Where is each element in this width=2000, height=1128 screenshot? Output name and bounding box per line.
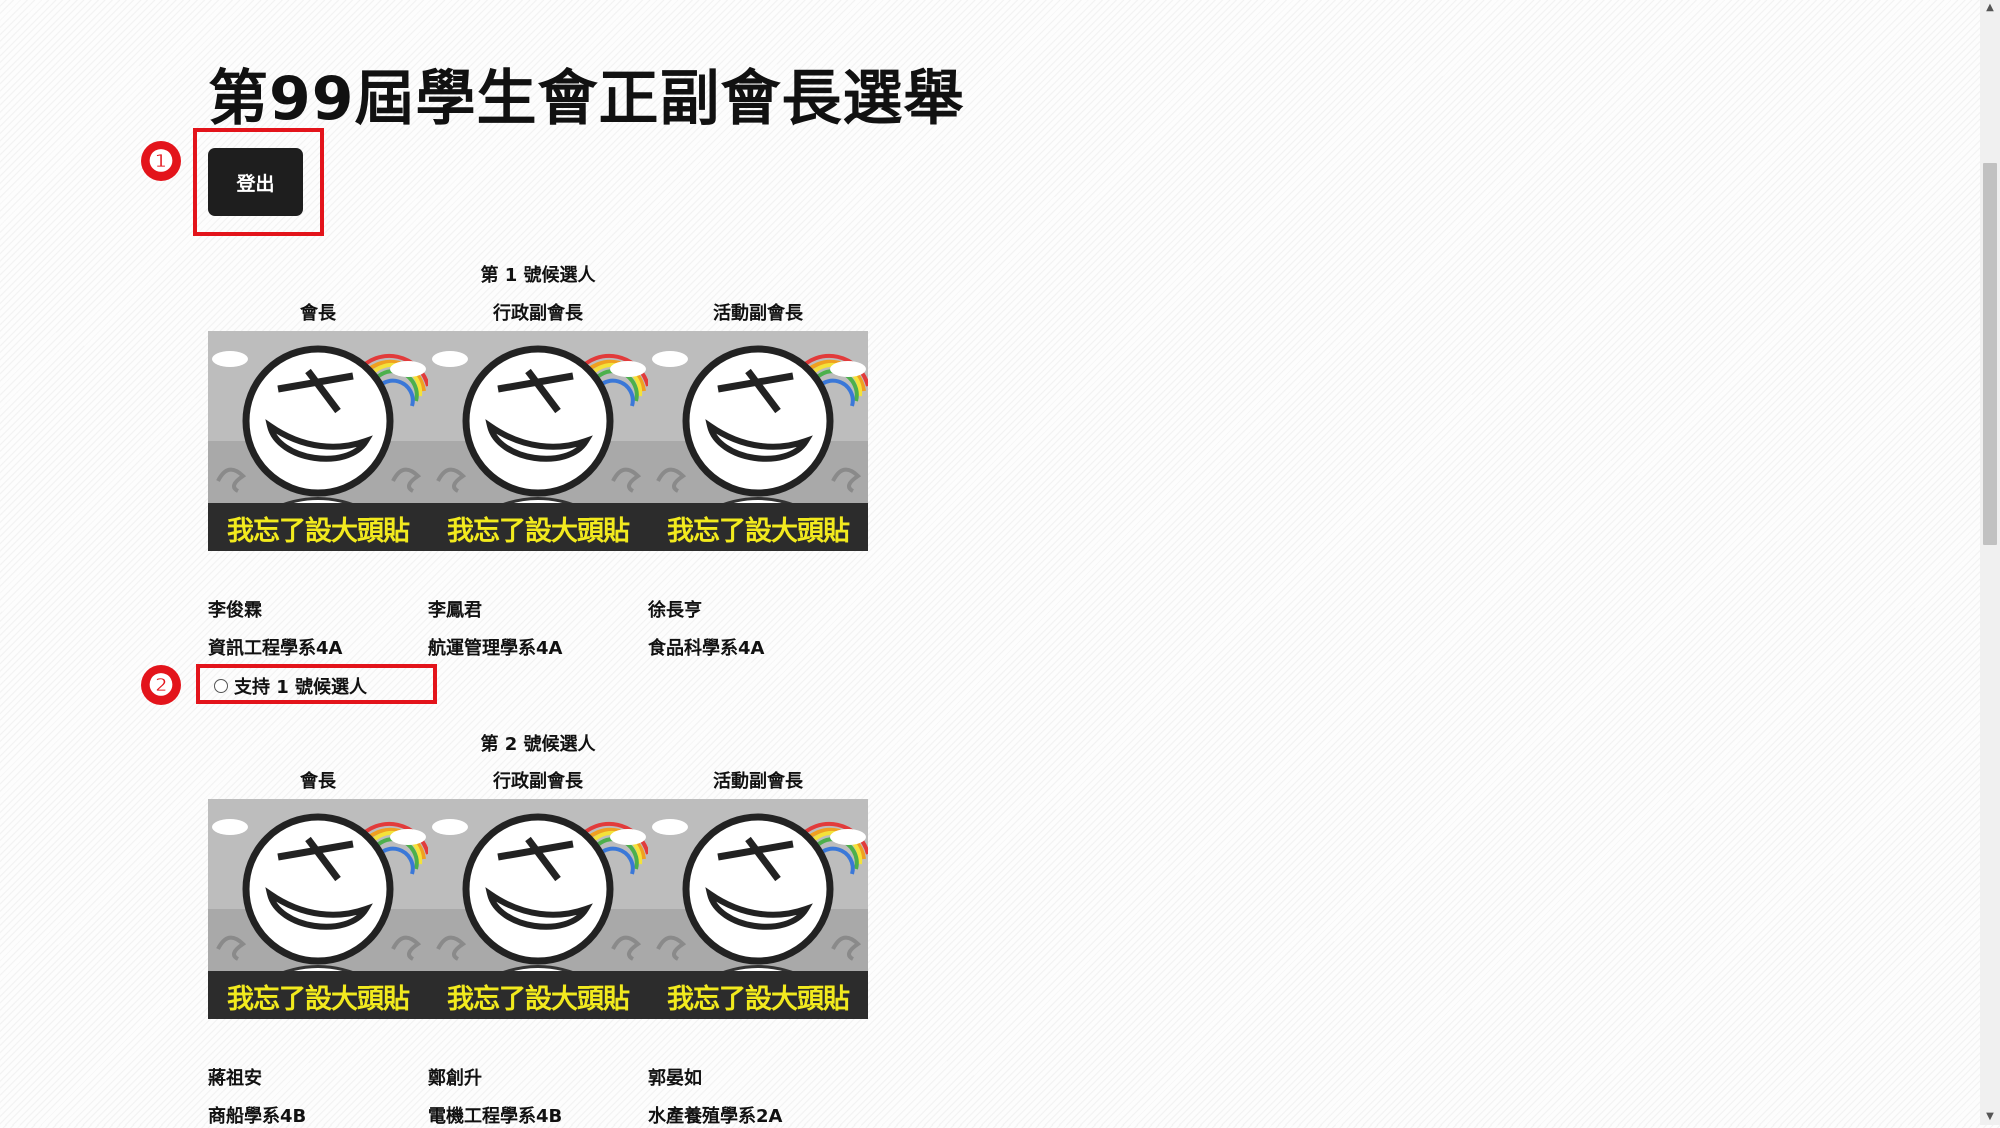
candidate-name: 郭晏如 [648, 1068, 702, 1089]
candidate-name: 李鳳君 [428, 600, 482, 621]
candidate-department: 電機工程學系4B [428, 1106, 563, 1127]
candidate-2-departments: 商船學系4B 電機工程學系4B 水產養殖學系2A [208, 1102, 868, 1128]
candidate-department: 水產養殖學系2A [648, 1106, 783, 1127]
candidate-department: 資訊工程學系4A [208, 638, 343, 659]
candidate-2-title: 第 2 號候選人 [480, 734, 596, 755]
photo-caption: 我忘了設大頭貼 [227, 516, 410, 547]
role-label-admin-vp: 行政副會長 [493, 771, 583, 792]
scroll-down-arrow-icon[interactable]: ▼ [1980, 1109, 2000, 1125]
role-label-activity-vp: 活動副會長 [713, 771, 803, 792]
candidate-1-roles: 會長 行政副會長 活動副會長 [208, 299, 868, 325]
candidate-photo: 我忘了設大頭貼 [208, 331, 428, 551]
candidate-1-departments: 資訊工程學系4A 航運管理學系4A 食品科學系4A [208, 634, 868, 660]
role-label-admin-vp: 行政副會長 [493, 303, 583, 324]
candidate-department: 商船學系4B [208, 1106, 307, 1127]
candidate-photo: 我忘了設大頭貼 [428, 799, 648, 1019]
callout-box-1 [193, 128, 324, 236]
callout-number-1: ❶ [141, 141, 181, 181]
candidate-1-title: 第 1 號候選人 [480, 265, 596, 286]
role-label-president: 會長 [300, 771, 336, 792]
role-label-president: 會長 [300, 303, 336, 324]
scroll-up-arrow-icon[interactable]: ▲ [1980, 0, 2000, 16]
candidate-2-photos: 我忘了設大頭貼 我忘了設大頭貼 我忘了設大頭貼 [208, 799, 868, 1019]
page-title: 第99屆學生會正副會長選舉 [208, 64, 965, 134]
candidate-name: 蔣祖安 [208, 1068, 262, 1089]
candidate-name: 鄭創升 [428, 1068, 482, 1089]
photo-caption: 我忘了設大頭貼 [667, 984, 850, 1015]
candidate-2-names: 蔣祖安 鄭創升 郭晏如 [208, 1064, 868, 1090]
candidate-name: 李俊霖 [208, 600, 262, 621]
callout-box-2 [196, 664, 437, 704]
photo-caption: 我忘了設大頭貼 [227, 984, 410, 1015]
photo-caption: 我忘了設大頭貼 [667, 516, 850, 547]
candidate-name: 徐長亨 [648, 600, 702, 621]
candidate-photo: 我忘了設大頭貼 [648, 331, 868, 551]
scroll-thumb[interactable] [1983, 163, 1997, 545]
candidate-photo: 我忘了設大頭貼 [208, 799, 428, 1019]
candidate-photo: 我忘了設大頭貼 [648, 799, 868, 1019]
candidate-1-photos: 我忘了設大頭貼 我忘了設大頭貼 我忘了設大頭貼 [208, 331, 868, 551]
candidate-photo: 我忘了設大頭貼 [428, 331, 648, 551]
photo-caption: 我忘了設大頭貼 [447, 516, 630, 547]
photo-caption: 我忘了設大頭貼 [447, 984, 630, 1015]
scrollbar[interactable]: ▲ ▼ [1980, 0, 2000, 1125]
candidate-department: 食品科學系4A [648, 638, 765, 659]
role-label-activity-vp: 活動副會長 [713, 303, 803, 324]
candidate-1-names: 李俊霖 李鳳君 徐長亨 [208, 596, 868, 622]
candidate-department: 航運管理學系4A [428, 638, 563, 659]
callout-number-2: ❷ [141, 665, 181, 705]
candidate-2-roles: 會長 行政副會長 活動副會長 [208, 767, 868, 793]
